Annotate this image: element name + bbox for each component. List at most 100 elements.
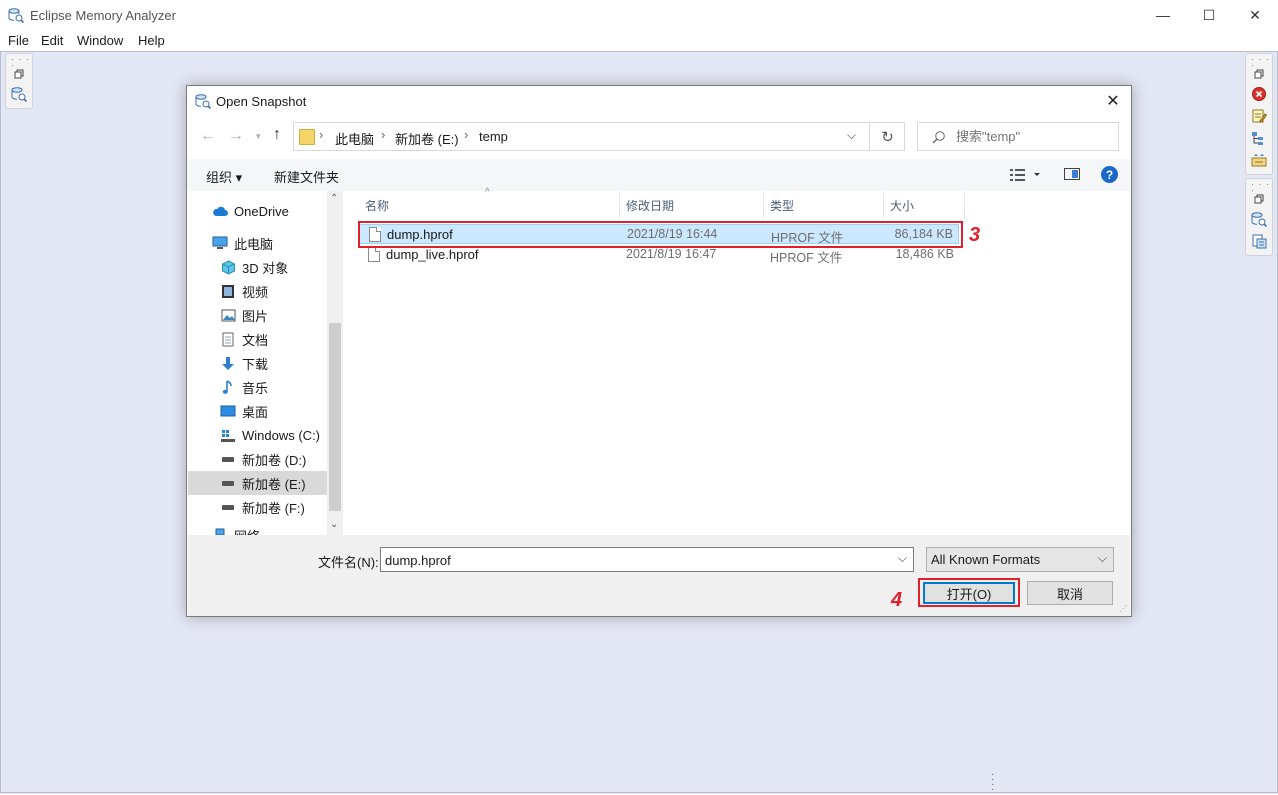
address-dropdown-icon[interactable]: ⌵ <box>847 128 856 143</box>
nav-item-label: 文档 <box>242 332 269 348</box>
filename-field[interactable]: ⌵ <box>380 547 914 572</box>
nav-item-documents[interactable]: 文档 <box>188 327 328 351</box>
windows-drive-icon <box>220 427 236 443</box>
up-arrow-icon[interactable]: ↑ <box>273 126 281 144</box>
refresh-button[interactable]: ↻ <box>871 122 905 151</box>
compare-basket-icon[interactable] <box>1251 152 1267 168</box>
memory-analyzer-icon <box>195 93 212 110</box>
nav-item-drive-c[interactable]: Windows (C:) <box>188 423 328 447</box>
file-date: 2021/8/19 16:47 <box>626 247 717 261</box>
navigation-pane: OneDrive 此电脑 3D 对象 视频 图片 文档 下载 音乐 桌面 Win… <box>188 191 343 535</box>
restore-icon[interactable] <box>11 66 27 82</box>
drive-icon <box>220 475 236 491</box>
nav-item-label: 音乐 <box>242 380 269 396</box>
picture-icon <box>220 307 236 323</box>
nav-item-drive-e[interactable]: 新加卷 (E:) <box>188 471 343 495</box>
heap-dump-icon[interactable] <box>11 86 27 102</box>
breadcrumb-temp[interactable]: temp <box>479 129 508 144</box>
nav-item-drive-d[interactable]: 新加卷 (D:) <box>188 447 328 471</box>
file-size: 18,486 KB <box>895 247 954 261</box>
open-snapshot-dialog: Open Snapshot ✕ ← → ▾ ↑ › 此电脑 › 新加卷 (E:)… <box>186 85 1132 617</box>
menu-edit[interactable]: Edit <box>41 33 63 48</box>
nav-item-this-pc[interactable]: 此电脑 <box>188 231 328 255</box>
scroll-down-icon[interactable]: ⌄ <box>330 519 338 530</box>
help-icon[interactable]: ? <box>1101 166 1118 183</box>
nav-item-pictures[interactable]: 图片 <box>188 303 328 327</box>
file-type: HPROF 文件 <box>770 251 843 265</box>
folder-icon <box>299 129 315 145</box>
document-icon <box>220 331 236 347</box>
scroll-up-icon[interactable]: ⌃ <box>330 193 338 204</box>
error-log-icon[interactable] <box>1251 86 1267 102</box>
nav-item-label: 图片 <box>242 308 269 324</box>
nav-item-label: 视频 <box>242 284 269 300</box>
column-header-type[interactable]: 类型 <box>764 191 884 219</box>
file-type-select[interactable]: All Known Formats ⌵ <box>926 547 1114 572</box>
nav-item-desktop[interactable]: 桌面 <box>188 399 328 423</box>
file-type-value: All Known Formats <box>931 552 1041 567</box>
filename-input[interactable] <box>385 551 885 569</box>
search-input[interactable] <box>956 127 1106 146</box>
address-bar[interactable]: › 此电脑 › 新加卷 (E:) › temp ⌵ <box>293 122 870 151</box>
desktop-icon <box>220 403 236 419</box>
view-list-icon <box>1010 169 1040 181</box>
filename-dropdown-icon[interactable]: ⌵ <box>898 551 907 566</box>
notes-icon[interactable] <box>1251 108 1267 124</box>
nav-item-drive-f[interactable]: 新加卷 (F:) <box>188 495 328 519</box>
navigation-history-icon[interactable] <box>1251 130 1267 146</box>
column-header-size[interactable]: 大小 <box>884 191 965 219</box>
breadcrumb-separator-icon: › <box>464 127 469 142</box>
restore-icon[interactable] <box>1251 66 1267 82</box>
search-icon <box>932 131 945 144</box>
filename-label: 文件名(N): <box>318 555 379 570</box>
inspector-icon[interactable] <box>1251 211 1267 227</box>
nav-scrollbar[interactable]: ⌃ ⌄ <box>327 191 343 535</box>
breadcrumb-this-pc[interactable]: 此电脑 <box>335 129 374 148</box>
minimize-button[interactable]: — <box>1140 0 1186 30</box>
maximize-button[interactable]: ☐ <box>1186 0 1232 30</box>
nav-item-network[interactable]: 网络 <box>188 523 328 535</box>
view-options-button[interactable] <box>1010 168 1040 185</box>
menu-window[interactable]: Window <box>77 33 123 48</box>
file-row-dump-live[interactable]: dump_live.hprof 2021/8/19 16:47 HPROF 文件… <box>359 245 959 265</box>
file-name: dump_live.hprof <box>386 247 479 262</box>
scrollbar-thumb[interactable] <box>329 323 341 511</box>
memory-analyzer-icon <box>8 7 25 24</box>
step-4-label: 4 <box>891 589 903 611</box>
nav-item-downloads[interactable]: 下载 <box>188 351 328 375</box>
network-icon <box>212 527 228 535</box>
cloud-icon <box>212 203 228 219</box>
back-arrow-icon[interactable]: ← <box>200 127 216 145</box>
nav-item-label: 桌面 <box>242 404 269 420</box>
drive-icon <box>220 499 236 515</box>
nav-item-label: 下载 <box>242 356 269 372</box>
menu-file[interactable]: File <box>8 33 29 48</box>
right-toolstrip-top: · · · · <box>1245 53 1273 175</box>
open-button[interactable]: 打开(O) <box>923 582 1015 604</box>
computer-icon <box>212 235 228 251</box>
breadcrumb-drive-e[interactable]: 新加卷 (E:) <box>395 129 459 148</box>
close-window-button[interactable]: ✕ <box>1232 0 1278 30</box>
nav-item-label: 新加卷 (D:) <box>242 452 307 468</box>
heap-dump-details-icon[interactable] <box>1251 233 1267 249</box>
new-folder-button[interactable]: 新建文件夹 <box>274 167 339 186</box>
nav-item-videos[interactable]: 视频 <box>188 279 328 303</box>
search-box[interactable] <box>917 122 1119 151</box>
organize-button[interactable]: 组织 ▾ <box>206 167 242 186</box>
sash-grip[interactable]: · · · · <box>991 770 994 795</box>
cancel-button[interactable]: 取消 <box>1027 581 1113 605</box>
restore-icon[interactable] <box>1251 191 1267 207</box>
menu-help[interactable]: Help <box>138 33 165 48</box>
column-header-date[interactable]: 修改日期 <box>620 191 764 219</box>
recent-locations-chevron-icon[interactable]: ▾ <box>256 131 261 142</box>
nav-item-label: 网络 <box>234 526 260 536</box>
nav-item-onedrive[interactable]: OneDrive <box>188 199 328 223</box>
preview-pane-button[interactable] <box>1064 168 1080 180</box>
nav-item-music[interactable]: 音乐 <box>188 375 328 399</box>
resize-grip-icon[interactable]: ⋰ <box>1119 604 1127 613</box>
nav-item-label: 3D 对象 <box>242 260 289 276</box>
forward-arrow-icon[interactable]: → <box>228 127 244 145</box>
dialog-close-button[interactable]: ✕ <box>1101 90 1125 112</box>
nav-item-3d-objects[interactable]: 3D 对象 <box>188 255 328 279</box>
nav-item-label: 新加卷 (E:) <box>242 476 306 492</box>
